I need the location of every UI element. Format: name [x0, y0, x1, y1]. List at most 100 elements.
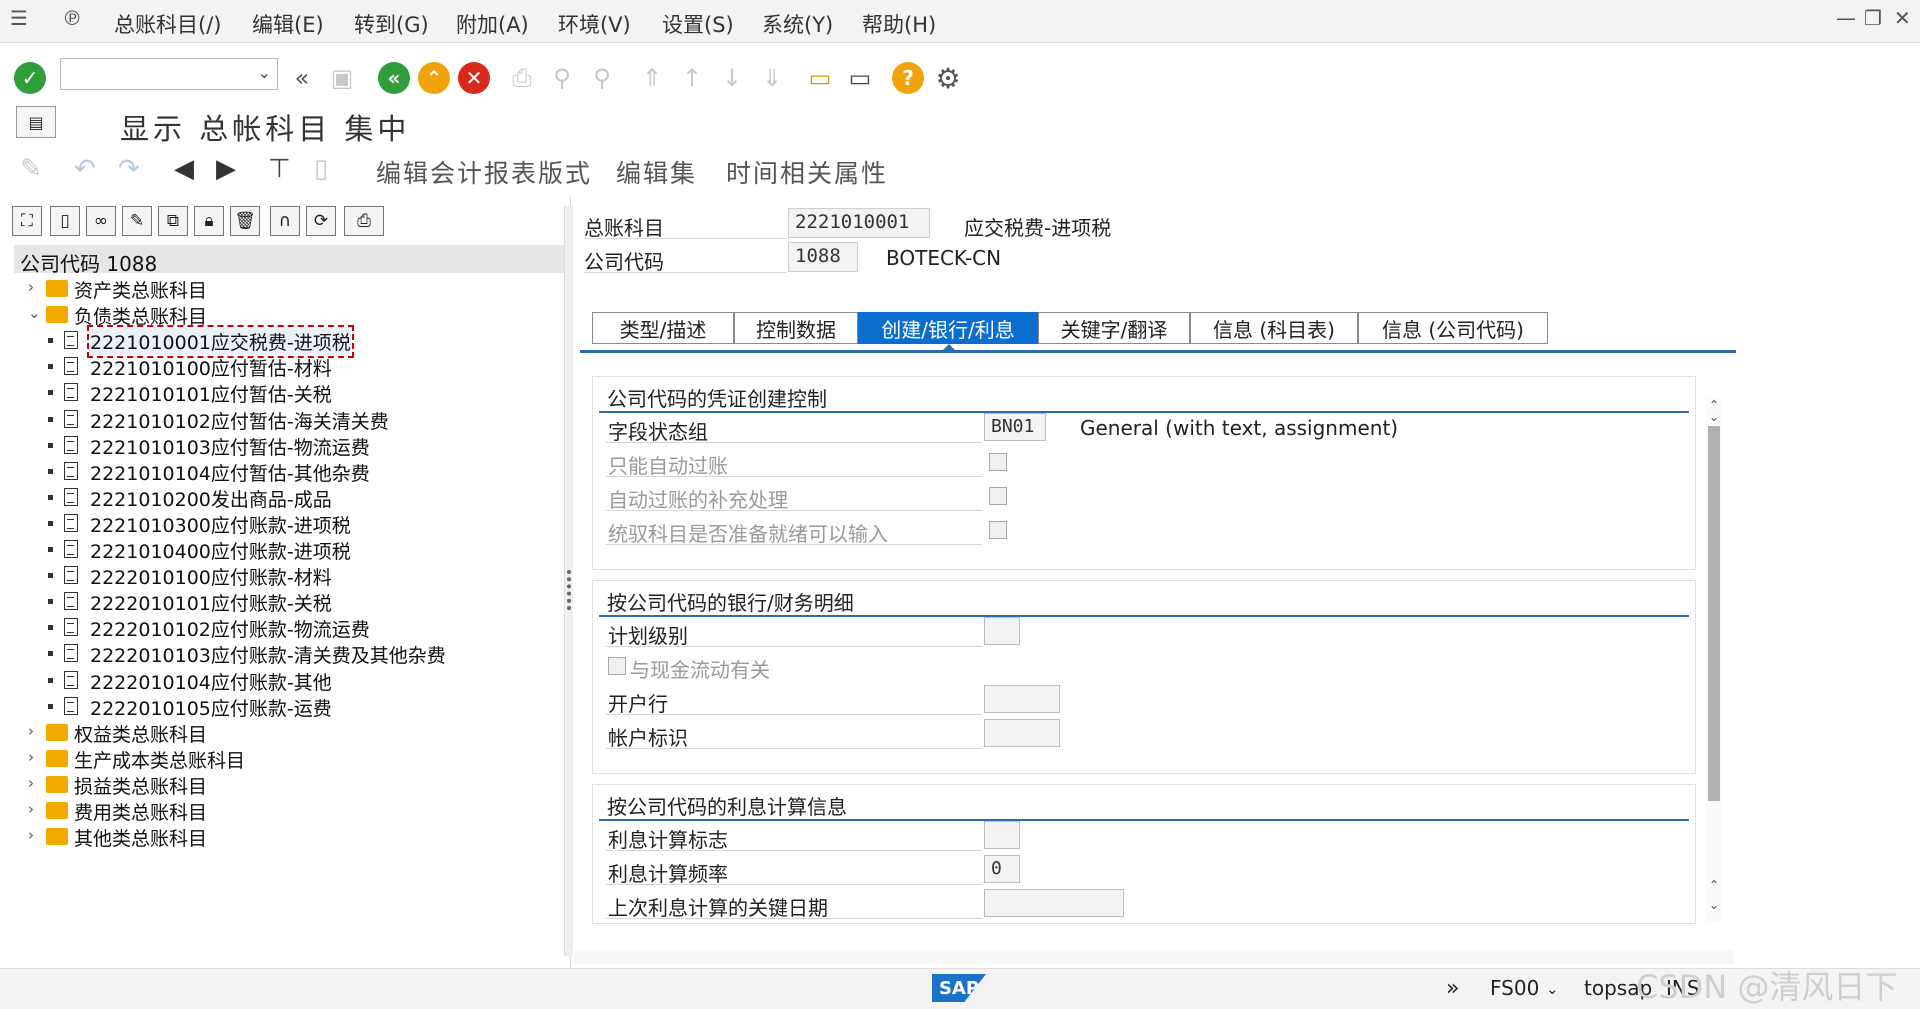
tree-leaf-item[interactable]: 2222010103应付账款-清关费及其他杂费	[4, 641, 564, 667]
scroll-down-icon[interactable]: ⌄	[1706, 898, 1722, 912]
menu-environment[interactable]: 环境(V)	[558, 9, 631, 39]
restore-button[interactable]: ❐	[1864, 6, 1882, 30]
command-field[interactable]: ⌄	[60, 58, 278, 90]
scroll-down-icon[interactable]: ⌄	[1706, 410, 1722, 424]
first-page-icon[interactable]: ⇑	[636, 62, 668, 94]
redo-icon[interactable]: ↷	[118, 154, 140, 184]
previous-icon[interactable]: ◀	[174, 154, 194, 184]
menu-gl-account[interactable]: 总账科目(/)	[114, 9, 221, 39]
chevron-right-icon[interactable]: ›	[28, 722, 34, 740]
menu-settings[interactable]: 设置(S)	[662, 9, 734, 39]
tree-leaf-item[interactable]: 2222010101应付账款-关税	[4, 589, 564, 615]
chevron-right-icon[interactable]: ›	[28, 278, 34, 296]
trash-icon[interactable]: 🗑︎	[230, 206, 260, 236]
scrollbar-thumb[interactable]	[1708, 426, 1720, 801]
edit-set-button[interactable]: 编辑集	[616, 154, 697, 190]
display-glasses-icon[interactable]: ∞	[86, 206, 116, 236]
cancel-icon[interactable]: ✕	[458, 62, 490, 94]
layout-menu-icon[interactable]: ▤	[16, 106, 56, 138]
menu-icon[interactable]: ☰	[10, 6, 28, 30]
sap-menu-icon[interactable]: ℗	[62, 6, 82, 30]
chevron-right-icon[interactable]: ›	[28, 748, 34, 766]
save-icon[interactable]: ▣	[326, 62, 358, 94]
tree-leaf-item[interactable]: 2221010101应付暂估-关税	[4, 380, 564, 406]
tree-leaf-item[interactable]: 2221010103应付暂估-物流运费	[4, 433, 564, 459]
new-session-icon[interactable]: ▭	[804, 62, 836, 94]
account-id-field[interactable]	[984, 719, 1060, 747]
minimize-button[interactable]: —	[1836, 6, 1856, 30]
chevron-right-icon[interactable]: ›	[28, 774, 34, 792]
content-scrollbar[interactable]: ⌃ ⌄ ⌃ ⌄	[1706, 398, 1722, 922]
recon-ready-checkbox[interactable]	[989, 521, 1007, 539]
edit-report-layout-button[interactable]: 编辑会计报表版式	[376, 154, 592, 190]
tree-folder-item[interactable]: › 权益类总账科目	[4, 720, 564, 746]
lock-icon[interactable]: 🔒︎	[194, 206, 224, 236]
last-page-icon[interactable]: ⇓	[756, 62, 788, 94]
find-icon[interactable]: ⛶	[12, 206, 42, 236]
edit-toggle-icon[interactable]: ✎	[20, 154, 42, 184]
last-key-date-field[interactable]	[984, 889, 1124, 917]
menu-system[interactable]: 系统(Y)	[762, 9, 833, 39]
tree-leaf-item[interactable]: 2221010400应付账款-进项税	[4, 537, 564, 563]
scroll-up-icon[interactable]: ⌃	[1706, 878, 1722, 892]
tree-leaf-item[interactable]: 2222010105应付账款-运费	[4, 694, 564, 720]
panel-splitter[interactable]	[564, 206, 573, 956]
tree-folder-item[interactable]: › 费用类总账科目	[4, 798, 564, 824]
tree-folder-item[interactable]: › 损益类总账科目	[4, 772, 564, 798]
cash-flow-checkbox[interactable]	[608, 657, 626, 675]
interest-indicator-field[interactable]	[984, 821, 1020, 849]
tree-leaf-item[interactable]: 2221010100应付暂估-材料	[4, 354, 564, 380]
next-page-icon[interactable]: ↓	[716, 62, 748, 94]
double-left-arrow-icon[interactable]: «	[286, 62, 318, 94]
exit-icon[interactable]: ⌃	[418, 62, 450, 94]
headset-icon[interactable]: ∩	[270, 206, 300, 236]
field-status-group-field[interactable]: BN01	[984, 413, 1046, 441]
refresh-icon[interactable]: ⟳	[306, 206, 336, 236]
tab-create-bank-interest[interactable]: 创建/银行/利息	[858, 312, 1038, 344]
print-icon[interactable]: ⎙	[506, 62, 538, 94]
time-attributes-button[interactable]: 时间相关属性	[726, 154, 888, 190]
tab-info-company-code[interactable]: 信息 (公司代码)	[1358, 312, 1548, 344]
auto-post-only-checkbox[interactable]	[989, 453, 1007, 471]
menu-goto[interactable]: 转到(G)	[354, 9, 429, 39]
gear-icon[interactable]: ⚙	[932, 62, 964, 95]
tree-leaf-item[interactable]: 2221010001应交税费-进项税	[4, 325, 564, 358]
tree-leaf-item[interactable]: 2221010200发出商品-成品	[4, 485, 564, 511]
chevron-right-icon[interactable]: ›	[28, 826, 34, 844]
tree-folder-item[interactable]: ⌄ 负债类总账科目	[4, 302, 564, 328]
close-button[interactable]: ✕	[1894, 6, 1911, 30]
tree-leaf-item[interactable]: 2222010104应付账款-其他	[4, 668, 564, 694]
chevron-right-icon[interactable]: ›	[28, 800, 34, 818]
interest-frequency-field[interactable]: 0	[984, 855, 1020, 883]
tree-leaf-item[interactable]: 2221010104应付暂估-其他杂费	[4, 459, 564, 485]
back-icon[interactable]: «	[378, 62, 410, 94]
tree-leaf-item[interactable]: 2222010100应付账款-材料	[4, 563, 564, 589]
print-dropdown-icon[interactable]: ⎙	[344, 206, 384, 236]
menu-help[interactable]: 帮助(H)	[862, 9, 936, 39]
tab-info-chart-of-accounts[interactable]: 信息 (科目表)	[1190, 312, 1358, 344]
document-icon[interactable]: ▯	[314, 154, 328, 184]
where-used-icon[interactable]: ⊤	[268, 154, 291, 184]
chevron-down-icon[interactable]: ⌄	[258, 63, 271, 82]
find-next-icon[interactable]: ⚲	[586, 62, 618, 94]
company-code-field[interactable]: 1088	[788, 242, 858, 272]
menu-extras[interactable]: 附加(A)	[456, 9, 529, 39]
chevron-down-icon[interactable]: ⌄	[1546, 980, 1559, 998]
tree-folder-item[interactable]: › 生产成本类总账科目	[4, 746, 564, 772]
previous-page-icon[interactable]: ↑	[676, 62, 708, 94]
status-expand-icon[interactable]: »	[1446, 976, 1459, 1001]
shortcut-icon[interactable]: ▭	[844, 62, 876, 94]
tab-control-data[interactable]: 控制数据	[734, 312, 858, 344]
planning-level-field[interactable]	[984, 617, 1020, 645]
copy-icon[interactable]: ⧉	[158, 206, 188, 236]
tree-folder-item[interactable]: › 资产类总账科目	[4, 276, 564, 302]
undo-icon[interactable]: ↶	[74, 154, 96, 184]
pencil-icon[interactable]: ✎	[122, 206, 152, 236]
tree-header[interactable]: 公司代码 1088	[14, 245, 566, 276]
tree-folder-item[interactable]: › 其他类总账科目	[4, 824, 564, 850]
new-document-icon[interactable]: ▯	[50, 206, 80, 236]
tree-leaf-item[interactable]: 2221010102应付暂估-海关清关费	[4, 407, 564, 433]
supplement-auto-post-checkbox[interactable]	[989, 487, 1007, 505]
find-icon[interactable]: ⚲	[546, 62, 578, 94]
tree-leaf-item[interactable]: 2221010300应付账款-进项税	[4, 511, 564, 537]
